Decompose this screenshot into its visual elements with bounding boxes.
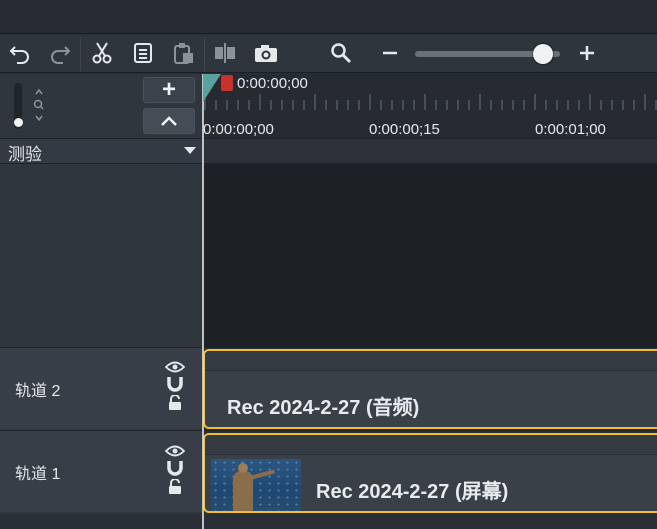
copy-icon[interactable] xyxy=(126,38,160,68)
split-icon[interactable] xyxy=(208,38,242,68)
clip-header xyxy=(205,435,657,455)
timeline-bottom xyxy=(0,514,657,529)
toolbar-divider xyxy=(80,37,81,71)
chevron-up-icon xyxy=(161,116,177,126)
playhead-timecode: 0:00:00;00 xyxy=(237,75,308,92)
marker-lane[interactable] xyxy=(203,138,657,164)
undo-icon[interactable] xyxy=(3,38,37,68)
track-1-name: 轨道 1 xyxy=(15,466,61,483)
empty-track-area[interactable] xyxy=(203,164,657,347)
add-track-label: + xyxy=(161,76,176,103)
lock-icon[interactable] xyxy=(168,479,182,494)
playhead-line[interactable] xyxy=(202,74,204,529)
clip-thumbnail xyxy=(211,459,301,511)
lock-icon[interactable] xyxy=(168,395,182,410)
playhead-handle[interactable] xyxy=(221,75,233,91)
eye-icon[interactable] xyxy=(165,445,185,457)
title-strip xyxy=(0,0,657,34)
ruler-tick-label: 0:00:00;15 xyxy=(369,121,440,138)
magnet-icon[interactable] xyxy=(166,460,184,476)
track-1-controls xyxy=(164,445,186,494)
track-2-name: 轨道 2 xyxy=(15,383,61,400)
zoom-slider-handle[interactable] xyxy=(532,44,553,64)
snapshot-icon[interactable] xyxy=(249,38,283,68)
ruler-tick-label: 0:00:01;00 xyxy=(535,121,606,138)
track-height-icon xyxy=(33,88,44,122)
eye-icon[interactable] xyxy=(165,361,185,373)
track-height-slider-handle[interactable] xyxy=(14,118,23,127)
add-track-button[interactable]: + xyxy=(143,77,195,103)
ruler-tick-label: 0:00:00;00 xyxy=(203,121,274,138)
clip-header xyxy=(205,351,657,371)
magnet-icon[interactable] xyxy=(166,376,184,392)
chevron-down-icon[interactable] xyxy=(184,147,196,154)
cut-icon[interactable] xyxy=(85,38,119,68)
collapse-tracks-button[interactable] xyxy=(143,108,195,134)
zoom-icon xyxy=(324,38,358,68)
playhead-start-flag[interactable] xyxy=(203,74,221,102)
zoom-in-icon[interactable] xyxy=(570,38,604,68)
zoom-out-icon[interactable] xyxy=(373,38,407,68)
toolbar-divider xyxy=(204,37,205,71)
track-2-controls xyxy=(164,361,186,410)
redo-icon[interactable] xyxy=(43,38,77,68)
screen-clip[interactable]: Rec 2024-2-27 (屏幕) xyxy=(203,433,657,513)
audio-clip-title: Rec 2024-2-27 (音频) xyxy=(227,397,420,419)
screen-clip-title: Rec 2024-2-27 (屏幕) xyxy=(316,481,509,503)
audio-clip[interactable]: Rec 2024-2-27 (音频) xyxy=(203,349,657,429)
marker-track-label: 测验 xyxy=(8,145,42,164)
paste-icon[interactable] xyxy=(167,38,201,68)
ruler-ticks xyxy=(204,94,657,110)
